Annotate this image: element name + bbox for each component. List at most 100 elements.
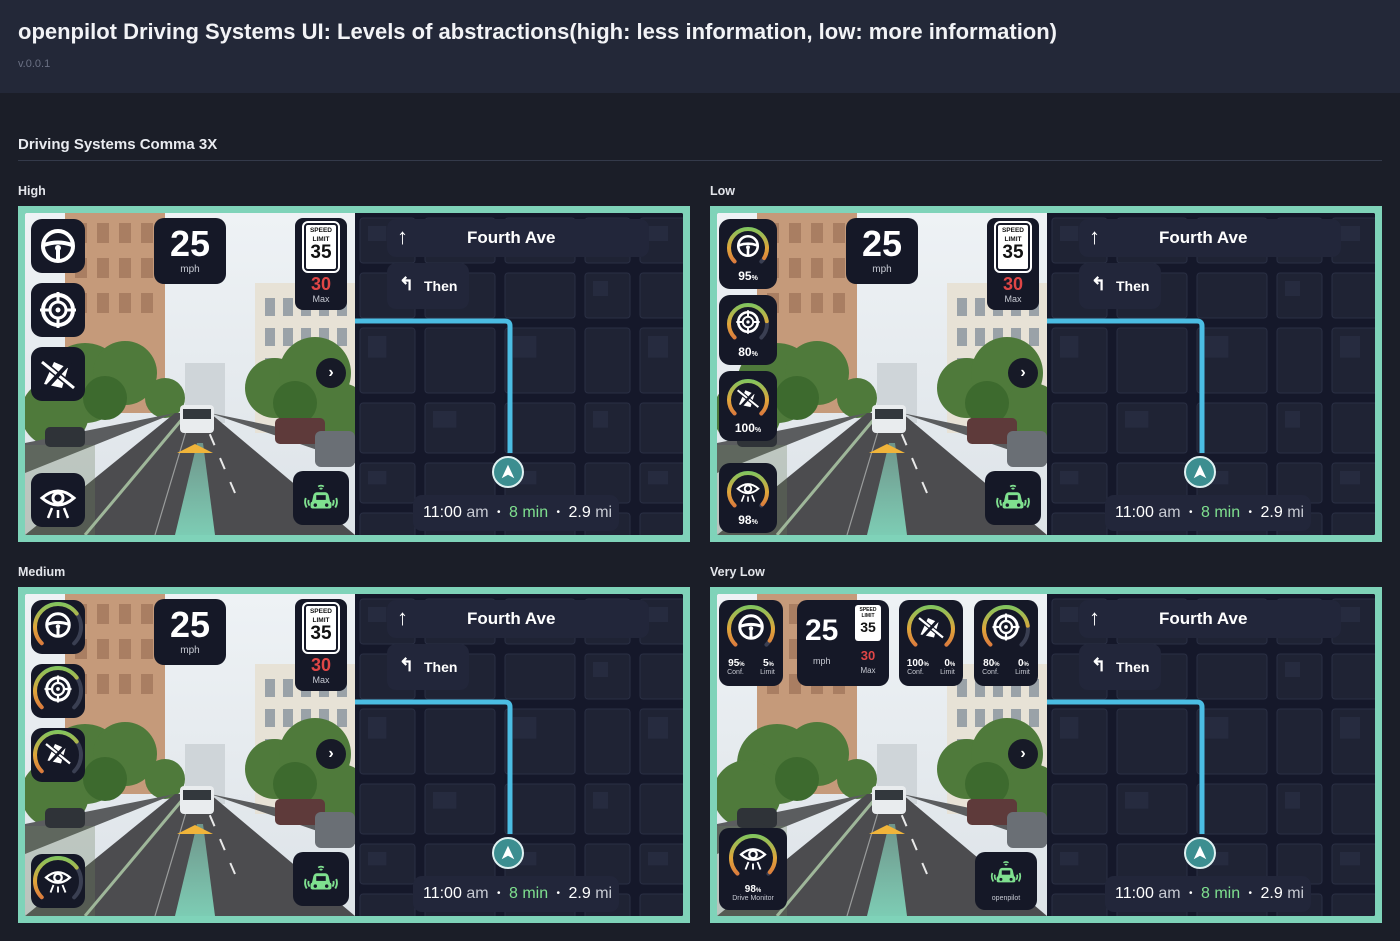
current-speed: 25 mph <box>154 218 226 284</box>
turn-left-arrow-icon: ↰ <box>1091 274 1107 294</box>
target-icon[interactable] <box>31 664 85 718</box>
speed-limit-sign: SPEED LIMIT 35 <box>855 605 881 641</box>
eta-separator: • <box>1189 507 1193 518</box>
then-instruction[interactable]: ↰ Then <box>1079 644 1161 690</box>
max-speed-label: Max <box>312 294 330 304</box>
speed-limit-panel: SPEED LIMIT 35 30 Max <box>295 218 347 310</box>
eta-separator: • <box>1189 888 1193 899</box>
then-label: Then <box>1116 659 1150 675</box>
then-instruction[interactable]: ↰ Then <box>387 263 469 309</box>
eta-ampm: am <box>466 504 489 521</box>
eta-distance-unit: mi <box>1287 504 1305 521</box>
panel-low: ↑ Fourth Ave ↰ Then 11:00 am • 8 min • 2… <box>710 206 1382 542</box>
turn-straight-arrow-icon: ↑ <box>397 224 408 249</box>
eta-separator: • <box>1248 888 1253 899</box>
street-name: Fourth Ave <box>467 609 556 628</box>
eta-duration: 8 min <box>1200 504 1241 521</box>
target-icon[interactable]: 80% 0% Conf. Limit <box>974 600 1038 686</box>
map-view[interactable] <box>1047 594 1375 916</box>
eta-distance: 2.9 <box>568 504 591 521</box>
navigation-arrow-icon <box>492 837 524 869</box>
nav-instruction-bar[interactable]: ↑ Fourth Ave <box>1079 219 1341 257</box>
turn-left-arrow-icon: ↰ <box>399 655 415 675</box>
eta-distance-unit: mi <box>1287 885 1305 902</box>
eta-bar: 11:00 am • 8 min • 2.9 mi <box>413 495 619 531</box>
map-view[interactable] <box>1047 213 1375 535</box>
version-label: v.0.0.1 <box>18 58 51 70</box>
navigation-arrow-icon <box>1184 837 1216 869</box>
eta-bar: 11:00 am • 8 min • 2.9 mi <box>1105 495 1311 531</box>
max-speed-value: 30 <box>860 648 876 663</box>
chevron-right-icon[interactable]: › <box>1008 739 1038 769</box>
driver-monitor-icon[interactable] <box>31 473 85 527</box>
driver-monitor-icon[interactable]: 98% Drive Monitor <box>719 828 787 910</box>
speed-unit: mph <box>872 264 892 275</box>
nav-instruction-bar[interactable]: ↑ Fourth Ave <box>387 600 649 638</box>
navigation-arrow-icon <box>492 456 524 488</box>
page-title: openpilot Driving Systems UI: Levels of … <box>18 19 1058 44</box>
speed-value: 25 <box>169 604 211 645</box>
driver-monitor-icon-percent: 98 <box>738 513 752 527</box>
speed-value: 25 <box>861 223 903 264</box>
panel-high: ↑ Fourth Ave ↰ Then 11:00 am • 8 min • 2… <box>18 206 690 542</box>
steering-wheel-icon[interactable]: 95% 5% Conf. Limit <box>719 600 783 686</box>
openpilot-car-icon[interactable] <box>985 471 1041 525</box>
lane-departure-icon[interactable] <box>31 347 85 401</box>
eta-distance: 2.9 <box>1260 885 1283 902</box>
steering-wheel-icon[interactable] <box>31 219 85 273</box>
steering-wheel-icon[interactable]: 95% <box>719 219 777 289</box>
divider <box>18 160 1382 161</box>
eta-separator: • <box>556 507 561 518</box>
nav-instruction-bar[interactable]: ↑ Fourth Ave <box>387 219 649 257</box>
then-label: Then <box>424 278 458 294</box>
driver-monitor-icon[interactable]: 98% <box>719 463 777 533</box>
speed-unit: mph <box>180 645 200 656</box>
max-speed-label: Max <box>860 666 876 675</box>
map-view[interactable] <box>355 594 683 916</box>
lane-departure-icon[interactable] <box>31 728 85 782</box>
openpilot-car-icon[interactable] <box>293 471 349 525</box>
speed-value: 25 <box>169 223 211 264</box>
then-label: Then <box>424 659 458 675</box>
panel-label-high: High <box>18 184 46 198</box>
openpilot-car-icon[interactable] <box>293 852 349 906</box>
panel-label-medium: Medium <box>18 565 66 579</box>
steering-wheel-icon[interactable] <box>31 600 85 654</box>
then-instruction[interactable]: ↰ Then <box>387 644 469 690</box>
eta-bar: 11:00 am • 8 min • 2.9 mi <box>1105 876 1311 912</box>
eta-separator: • <box>497 888 501 899</box>
lane-departure-icon-percent: 100 <box>734 421 755 435</box>
sign-value: 35 <box>310 623 332 644</box>
openpilot-car-icon[interactable]: openpilot <box>975 852 1037 910</box>
turn-left-arrow-icon: ↰ <box>399 274 415 294</box>
sign-text-speed: SPEED <box>1001 227 1025 234</box>
lane-departure-icon[interactable]: 100% 0% Conf. Limit <box>899 600 963 686</box>
eta-distance-unit: mi <box>595 885 613 902</box>
then-instruction[interactable]: ↰ Then <box>1079 263 1161 309</box>
lane-departure-icon[interactable]: 100% <box>719 371 777 441</box>
eta-separator: • <box>556 888 561 899</box>
chevron-right-icon[interactable]: › <box>316 358 346 388</box>
driver-monitor-icon[interactable] <box>31 854 85 908</box>
speed-limit-sign: SPEED LIMIT 35 <box>302 602 340 654</box>
street-name: Fourth Ave <box>1159 609 1248 628</box>
eta-time: 11:00 <box>423 504 462 521</box>
chevron-right-icon[interactable]: › <box>316 739 346 769</box>
current-speed: 25 mph <box>154 599 226 665</box>
eta-ampm: am <box>1158 885 1181 902</box>
map-view[interactable] <box>355 213 683 535</box>
max-speed-label: Max <box>312 675 330 685</box>
eta-duration: 8 min <box>508 885 549 902</box>
steering-wheel-icon-percent: 95 <box>738 269 752 283</box>
target-icon[interactable]: 80% <box>719 295 777 365</box>
turn-left-arrow-icon: ↰ <box>1091 655 1107 675</box>
sign-text-speed: SPEED <box>309 608 333 615</box>
street-name: Fourth Ave <box>1159 228 1248 247</box>
target-icon[interactable] <box>31 283 85 337</box>
speed-unit: mph <box>813 656 831 666</box>
speed-limit-panel: SPEED LIMIT 35 30 Max <box>295 599 347 691</box>
chevron-right-icon[interactable]: › <box>1008 358 1038 388</box>
nav-instruction-bar[interactable]: ↑ Fourth Ave <box>1079 600 1341 638</box>
speed-limit-sign: SPEED LIMIT 35 <box>994 221 1032 273</box>
panel-label-low: Low <box>710 184 735 198</box>
